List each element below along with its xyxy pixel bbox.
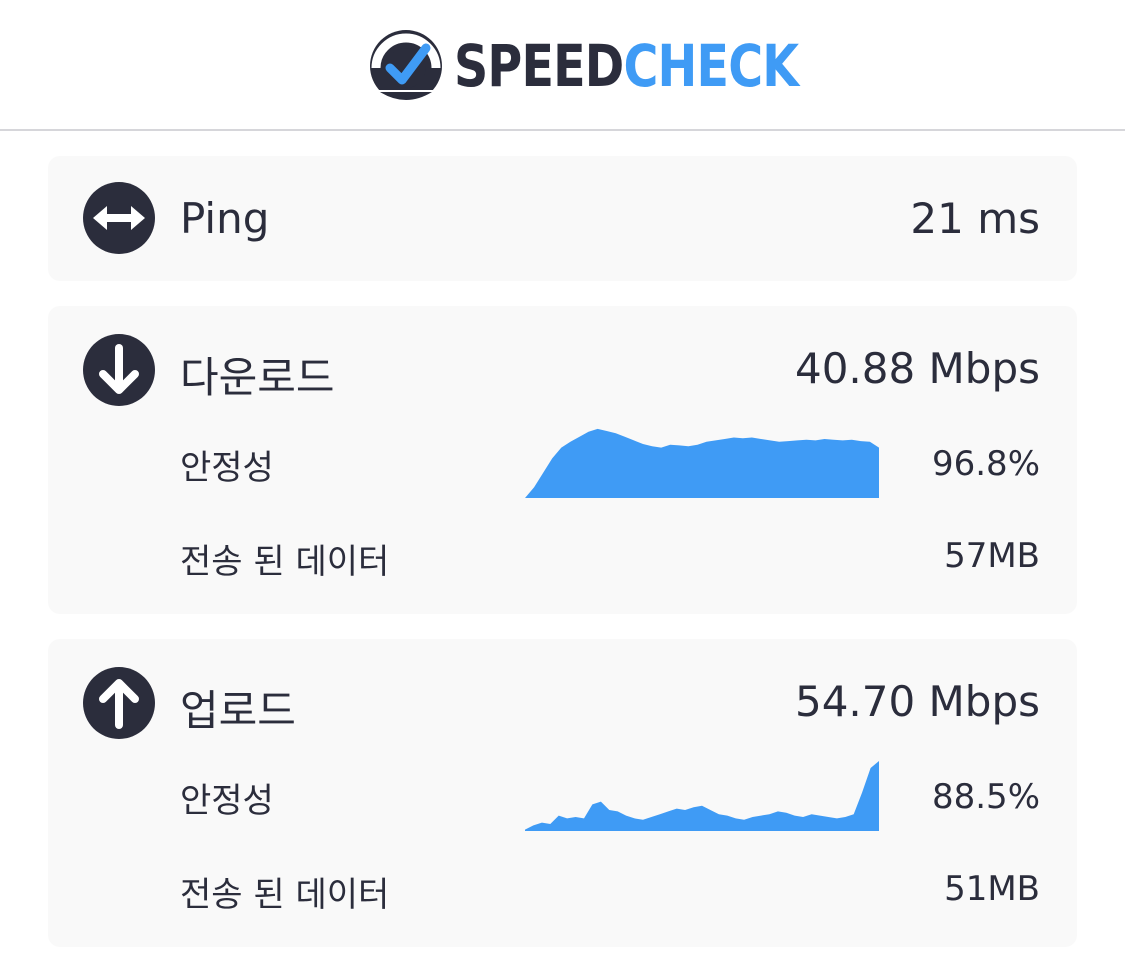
speedometer-check-icon (368, 30, 444, 104)
ping-label: Ping (180, 194, 270, 243)
download-sparkline-area (525, 428, 879, 498)
brand-logo-speed: SPEED (454, 32, 624, 100)
brand-logo: SPEEDCHECK (454, 32, 799, 100)
download-label: 다운로드 (180, 353, 335, 402)
download-data-value: 57MB (944, 536, 1040, 576)
upload-label: 업로드 (180, 686, 296, 735)
app-header: SPEEDCHECK (0, 0, 1125, 131)
horizontal-arrows-icon (83, 182, 155, 254)
upload-stability-sparkline (525, 761, 879, 831)
download-card: 다운로드 40.88 Mbps 안정성 96.8% 전송 된 데이터 57MB (48, 306, 1077, 614)
download-stability-value: 96.8% (931, 444, 1040, 484)
download-value: 40.88 Mbps (794, 344, 1040, 393)
upload-stability-label: 안정성 (180, 781, 274, 821)
upload-data-value: 51MB (944, 869, 1040, 909)
brand-logo-check: CHECK (623, 32, 799, 100)
download-stability-sparkline (525, 428, 879, 498)
download-stability-label: 안정성 (180, 448, 274, 488)
upload-data-label: 전송 된 데이터 (180, 875, 390, 915)
download-data-label: 전송 된 데이터 (180, 542, 390, 582)
upload-sparkline-area (525, 761, 879, 831)
ping-value: 21 ms (910, 194, 1040, 243)
upload-value: 54.70 Mbps (794, 677, 1040, 726)
arrow-up-icon (83, 667, 155, 739)
ping-card: Ping 21 ms (48, 156, 1077, 281)
upload-card: 업로드 54.70 Mbps 안정성 88.5% 전송 된 데이터 51MB (48, 639, 1077, 947)
arrow-down-icon (83, 334, 155, 406)
upload-stability-value: 88.5% (931, 777, 1040, 817)
